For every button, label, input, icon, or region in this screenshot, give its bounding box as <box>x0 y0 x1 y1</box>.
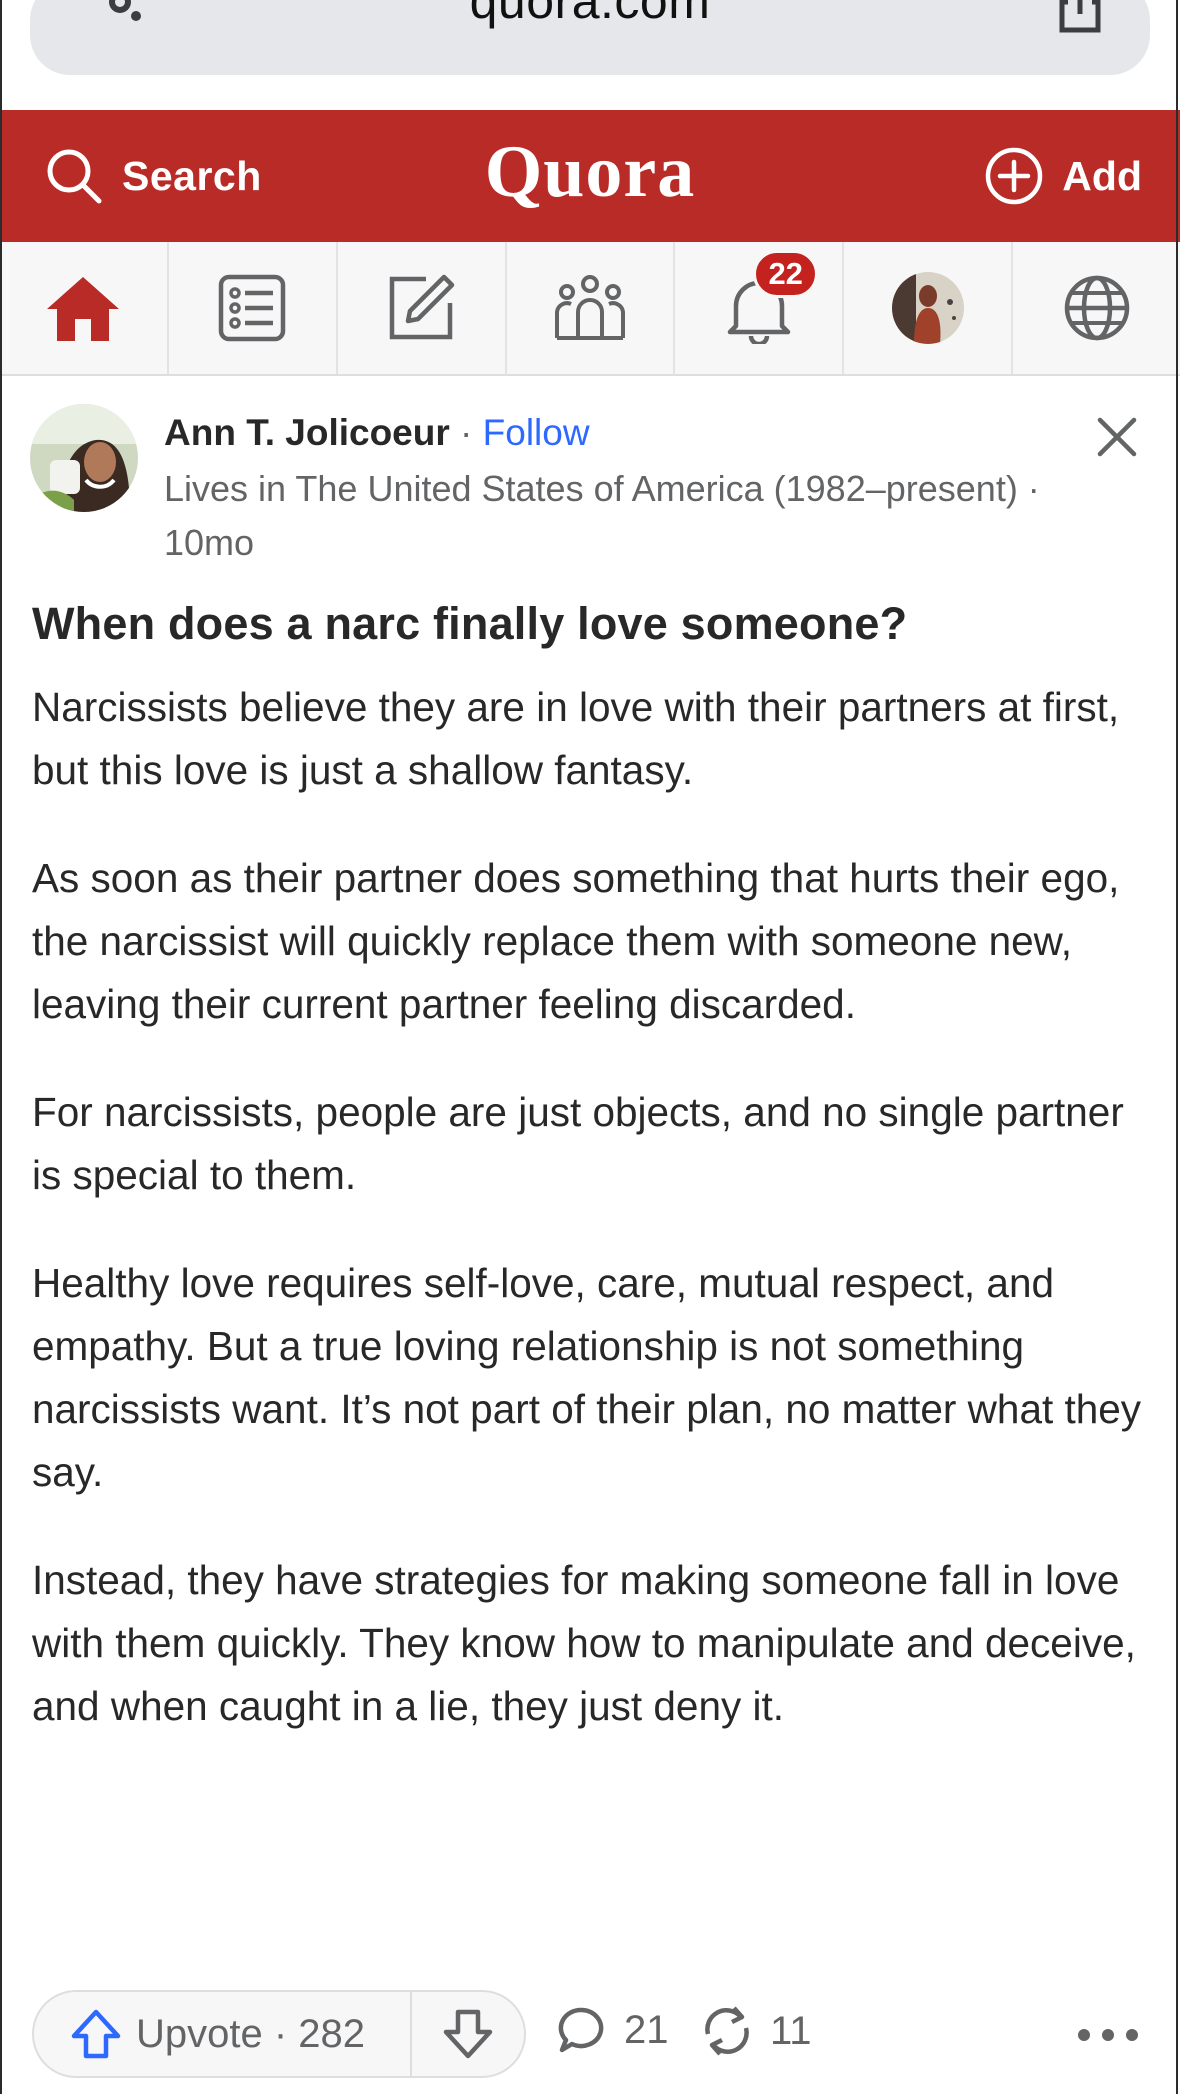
close-icon[interactable] <box>1092 412 1142 462</box>
comment-icon <box>558 2007 604 2053</box>
nav-following[interactable] <box>169 242 338 374</box>
list-icon <box>219 274 286 342</box>
author-line: Ann T. Jolicoeur · Follow <box>164 412 590 454</box>
action-bar: Upvote · 282 21 11 <box>0 1990 1180 2080</box>
comment-count: 21 <box>624 2007 669 2052</box>
answer-body: Narcissists believe they are in love wit… <box>32 676 1152 1783</box>
people-icon <box>555 275 625 340</box>
nav-home[interactable] <box>0 242 169 374</box>
add-label: Add <box>1062 152 1142 199</box>
nav-answer[interactable] <box>338 242 507 374</box>
answer-paragraph: Healthy love requires self-love, care, m… <box>32 1260 1142 1495</box>
address-bar[interactable]: quora.com <box>30 0 1150 75</box>
edit-icon <box>389 274 455 340</box>
answer-paragraph: Narcissists believe they are in love wit… <box>32 684 1120 793</box>
nav-bar: 22 <box>0 242 1180 376</box>
upvote-button[interactable]: Upvote · 282 <box>34 1992 412 2076</box>
nav-notifications[interactable]: 22 <box>675 242 845 374</box>
follow-button[interactable]: Follow <box>483 412 590 453</box>
upvote-icon <box>71 2009 121 2059</box>
nav-spaces[interactable] <box>507 242 676 374</box>
avatar <box>891 272 964 344</box>
share-button[interactable]: 11 <box>700 2004 812 2058</box>
downvote-button[interactable] <box>412 1992 524 2076</box>
separator: · <box>449 412 483 453</box>
dot-icon <box>1126 2029 1138 2041</box>
author-credential: Lives in The United States of America (1… <box>164 468 1040 563</box>
answer-paragraph: As soon as their partner does something … <box>32 855 1120 1027</box>
globe-icon <box>1064 275 1129 341</box>
url-text: quora.com <box>469 0 711 29</box>
nav-languages[interactable] <box>1013 242 1180 374</box>
home-icon <box>47 277 120 341</box>
answer-paragraph: For narcissists, people are just objects… <box>32 1089 1124 1198</box>
comments-button[interactable]: 21 <box>556 2004 669 2056</box>
more-options-button[interactable] <box>1078 2010 1138 2060</box>
browser-toolbar: quora.com <box>0 0 1180 110</box>
plus-circle-icon <box>986 147 1043 205</box>
question-title[interactable]: When does a narc finally love someone? <box>32 598 907 650</box>
share-count: 11 <box>770 2008 812 2053</box>
downvote-icon <box>443 2009 493 2059</box>
answer-paragraph: Instead, they have strategies for making… <box>32 1557 1136 1729</box>
vote-pill: Upvote · 282 <box>32 1990 526 2078</box>
add-button[interactable]: Add <box>984 144 1142 208</box>
nav-profile[interactable] <box>844 242 1014 374</box>
author-name[interactable]: Ann T. Jolicoeur <box>164 412 450 453</box>
site-header: Search Quora Add <box>0 110 1180 242</box>
author-avatar[interactable] <box>30 404 138 512</box>
upvote-label: Upvote · 282 <box>136 2011 366 2056</box>
share-icon[interactable] <box>1050 0 1110 34</box>
reshare-icon <box>705 2006 749 2056</box>
dot-icon <box>1078 2029 1090 2041</box>
notification-badge: 22 <box>753 250 818 298</box>
dot-icon <box>1102 2029 1114 2041</box>
